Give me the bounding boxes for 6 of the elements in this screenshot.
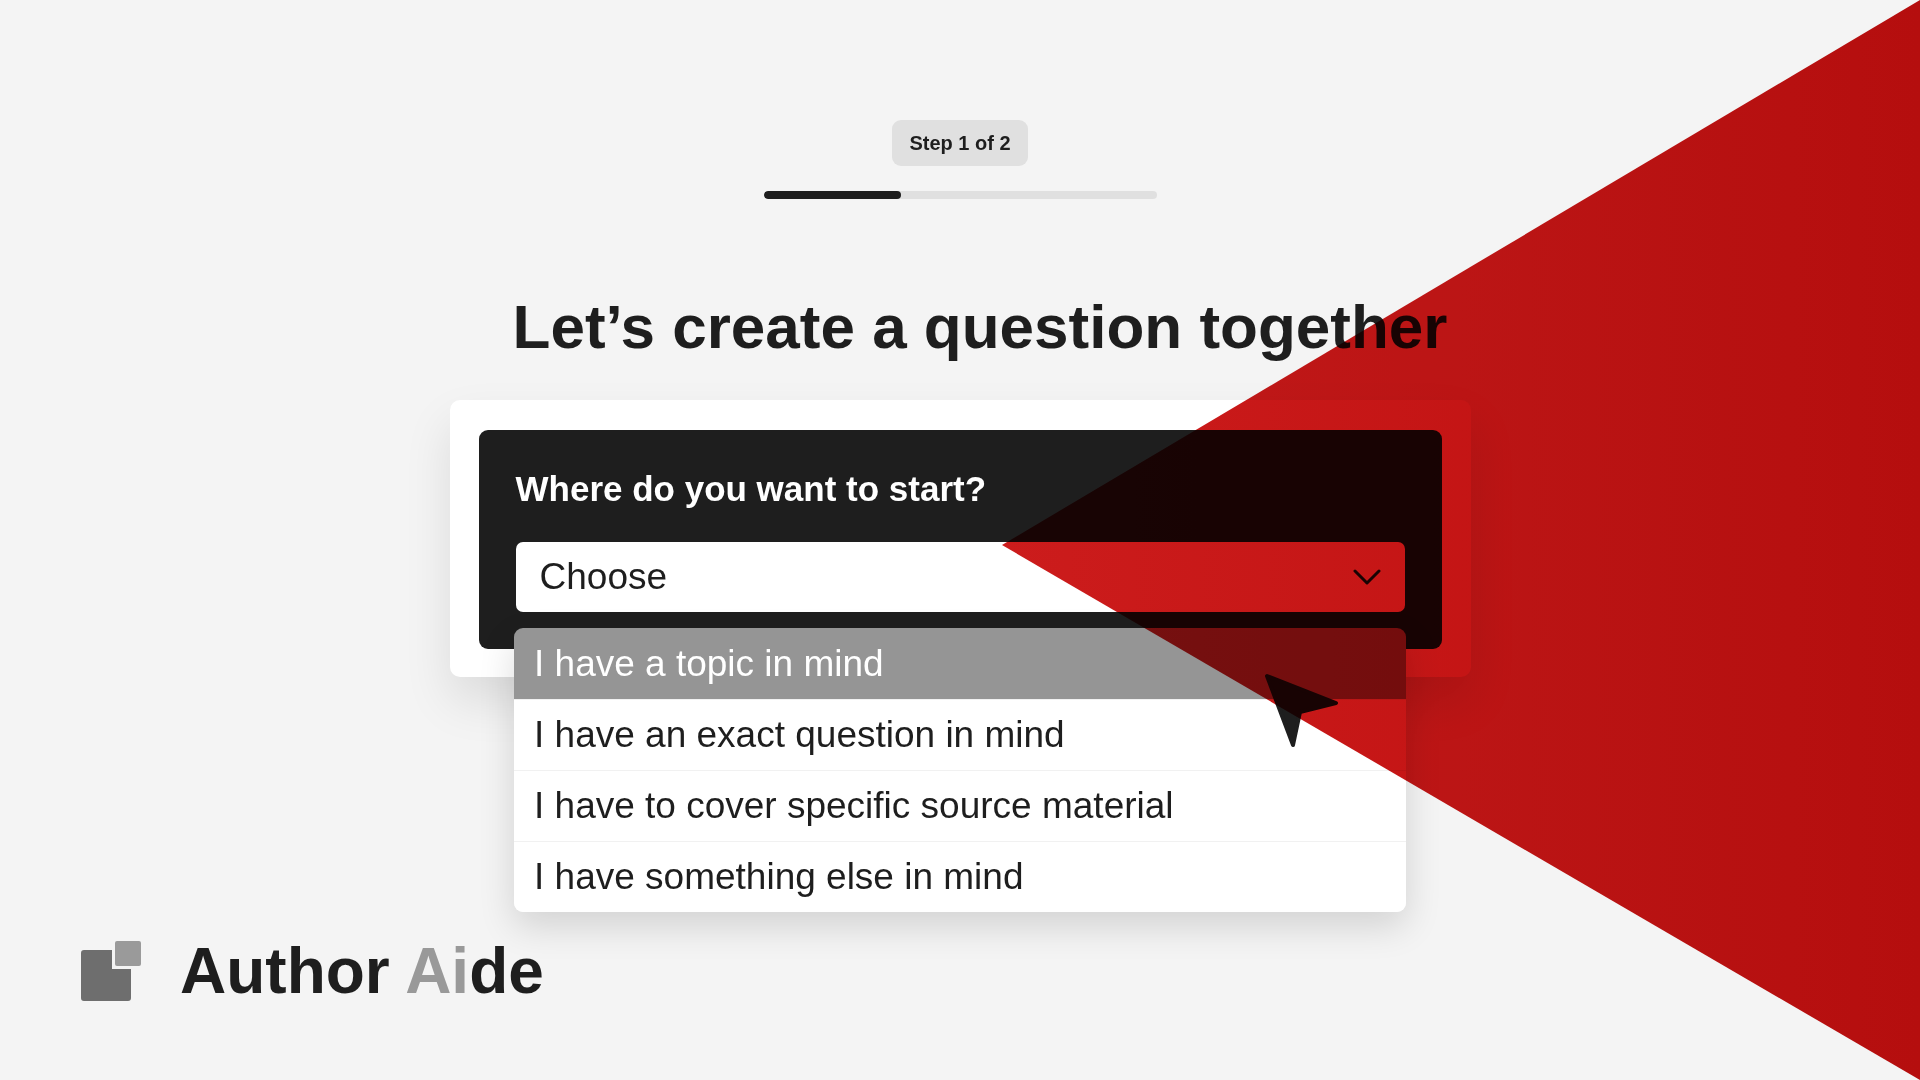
logo-icon <box>81 941 141 1001</box>
dropdown-option[interactable]: I have something else in mind <box>514 841 1406 912</box>
brand-wordmark: Author Aide <box>180 934 544 1008</box>
question-label: Where do you want to start? <box>515 470 988 508</box>
step-badge: Step 1 of 2 <box>892 120 1028 166</box>
dropdown-option[interactable]: I have to cover specific source material <box>514 770 1406 841</box>
